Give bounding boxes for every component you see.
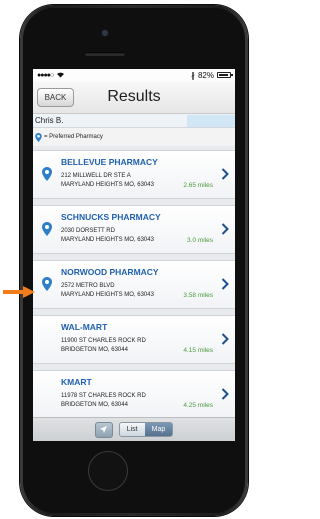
pharmacy-distance: 3.58 miles bbox=[183, 292, 213, 299]
pharmacy-row[interactable]: NORWOOD PHARMACY 2572 METRO BLVD MARYLAND … bbox=[33, 260, 235, 309]
pharmacy-address-line1: 11978 ST CHARLES ROCK RD bbox=[61, 393, 146, 399]
pharmacy-name: NORWOOD PHARMACY bbox=[61, 267, 159, 277]
preferred-legend: = Preferred Pharmacy bbox=[33, 128, 235, 146]
pharmacy-address-line1: 11900 ST CHARLES ROCK RD bbox=[61, 338, 146, 344]
pharmacy-list: BELLEVUE PHARMACY 212 MILLWELL DR STE A MA… bbox=[33, 146, 235, 419]
callout-arrow-icon bbox=[3, 286, 35, 298]
pharmacy-name: SCHNUCKS PHARMACY bbox=[61, 212, 161, 222]
pharmacy-distance: 4.15 miles bbox=[183, 347, 213, 354]
preferred-pin-icon bbox=[35, 132, 42, 142]
pharmacy-distance: 3.0 miles bbox=[186, 237, 213, 244]
chevron-right-icon bbox=[221, 333, 229, 345]
pharmacy-address-line2: MARYLAND HEIGHTS MO, 63043 bbox=[61, 237, 154, 243]
view-toggle: List Map bbox=[118, 422, 174, 437]
pharmacy-address-line2: BRIDGETON MO, 63044 bbox=[61, 402, 128, 408]
pharmacy-name: BELLEVUE PHARMACY bbox=[61, 157, 158, 167]
user-bar: Chris B. bbox=[33, 114, 235, 128]
pharmacy-row[interactable]: BELLEVUE PHARMACY 212 MILLWELL DR STE A MA… bbox=[33, 150, 235, 199]
pharmacy-name: WAL-MART bbox=[61, 322, 108, 332]
user-bar-accent bbox=[187, 114, 235, 127]
location-button[interactable] bbox=[94, 421, 113, 438]
device-stage: ●●●●○ ∦ 82% BACK Results Chris B. = Pref… bbox=[0, 0, 269, 519]
battery-icon bbox=[217, 72, 233, 78]
chevron-right-icon bbox=[221, 388, 229, 400]
home-button[interactable] bbox=[88, 451, 128, 491]
signal-icon: ●●●●○ bbox=[37, 71, 54, 79]
pharmacy-address-line1: 212 MILLWELL DR STE A bbox=[61, 173, 131, 179]
battery-percent: 82% bbox=[197, 70, 214, 80]
chevron-right-icon bbox=[221, 278, 229, 290]
preferred-pin-icon bbox=[42, 167, 52, 181]
pharmacy-distance: 4.25 miles bbox=[183, 402, 213, 409]
legend-label: = Preferred Pharmacy bbox=[44, 134, 103, 140]
page-title: Results bbox=[107, 88, 161, 105]
camera-icon bbox=[102, 30, 108, 36]
bluetooth-icon: ∦ bbox=[190, 70, 195, 80]
bottom-toolbar: List Map bbox=[33, 417, 235, 441]
tab-map[interactable]: Map bbox=[144, 423, 173, 436]
pharmacy-address-line2: MARYLAND HEIGHTS MO, 63043 bbox=[61, 292, 154, 298]
app-screen: ●●●●○ ∦ 82% BACK Results Chris B. = Pref… bbox=[33, 69, 235, 441]
pharmacy-row[interactable]: WAL-MART 11900 ST CHARLES ROCK RD BRIDGETO… bbox=[33, 315, 235, 364]
pharmacy-distance: 2.65 miles bbox=[183, 182, 213, 189]
status-bar: ●●●●○ ∦ 82% bbox=[33, 69, 235, 81]
nav-bar: BACK Results bbox=[33, 81, 235, 114]
status-right: ∦ 82% bbox=[190, 70, 233, 80]
preferred-pin-icon bbox=[42, 277, 52, 291]
location-arrow-icon bbox=[100, 425, 108, 434]
pharmacy-address-line1: 2572 METRO BLVD bbox=[61, 283, 115, 289]
status-left: ●●●●○ bbox=[37, 71, 65, 80]
preferred-pin-icon bbox=[42, 222, 52, 236]
pharmacy-address-line1: 2030 DORSETT RD bbox=[61, 228, 115, 234]
user-name: Chris B. bbox=[35, 116, 64, 125]
pharmacy-address-line2: MARYLAND HEIGHTS MO, 63043 bbox=[61, 182, 154, 188]
pharmacy-row[interactable]: SCHNUCKS PHARMACY 2030 DORSETT RD MARYLAND… bbox=[33, 205, 235, 254]
tab-list[interactable]: List bbox=[119, 423, 145, 436]
wifi-icon bbox=[56, 71, 65, 80]
pharmacy-name: KMART bbox=[61, 377, 92, 387]
pharmacy-address-line2: BRIDGETON MO, 63044 bbox=[61, 347, 128, 353]
pharmacy-row[interactable]: KMART 11978 ST CHARLES ROCK RD BRIDGETON M… bbox=[33, 370, 235, 419]
chevron-right-icon bbox=[221, 168, 229, 180]
speaker-grille bbox=[85, 52, 125, 56]
chevron-right-icon bbox=[221, 223, 229, 235]
